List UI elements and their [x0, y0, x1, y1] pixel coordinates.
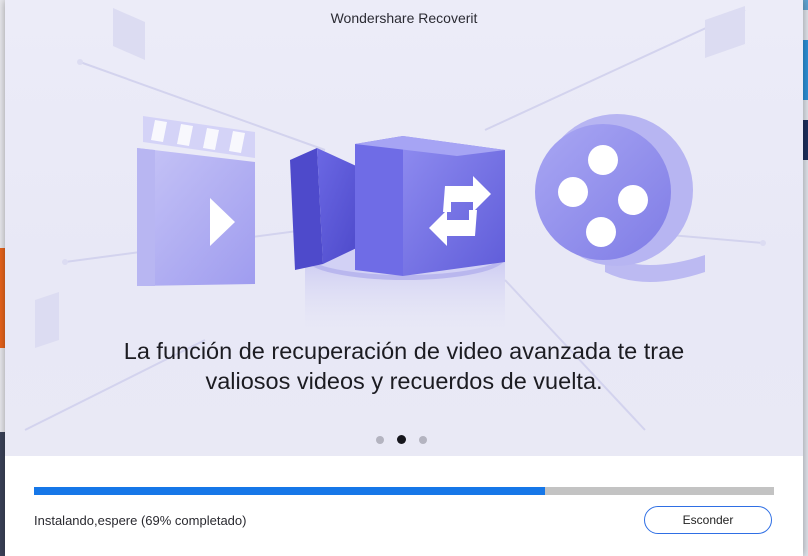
- installer-window: Wondershare Recoverit La función de recu…: [5, 0, 803, 556]
- slide-dot-1[interactable]: [376, 435, 384, 444]
- video-camera-icon: [290, 136, 505, 276]
- window-title: Wondershare Recoverit: [330, 10, 478, 26]
- slide-headline: La función de recuperación de video avan…: [45, 336, 763, 396]
- hero-banner: Wondershare Recoverit La función de recu…: [5, 0, 803, 456]
- slide-headline-line1: La función de recuperación de video avan…: [123, 338, 685, 364]
- slide-pagination: [376, 435, 427, 444]
- install-status-text: Instalando,espere (69% completado): [34, 513, 247, 528]
- slide-dot-3[interactable]: [419, 435, 427, 444]
- slide-dot-2[interactable]: [397, 435, 406, 444]
- slide-headline-line2: valiosos videos y recuerdos de vuelta.: [205, 368, 603, 394]
- install-footer: Instalando,espere (69% completado) Escon…: [5, 456, 803, 556]
- install-progress-fill: [34, 487, 545, 495]
- hide-button[interactable]: Esconder: [644, 506, 772, 534]
- install-progress-bar: [34, 487, 774, 495]
- clapperboard-icon: [137, 116, 255, 286]
- film-reel-icon: [535, 114, 705, 282]
